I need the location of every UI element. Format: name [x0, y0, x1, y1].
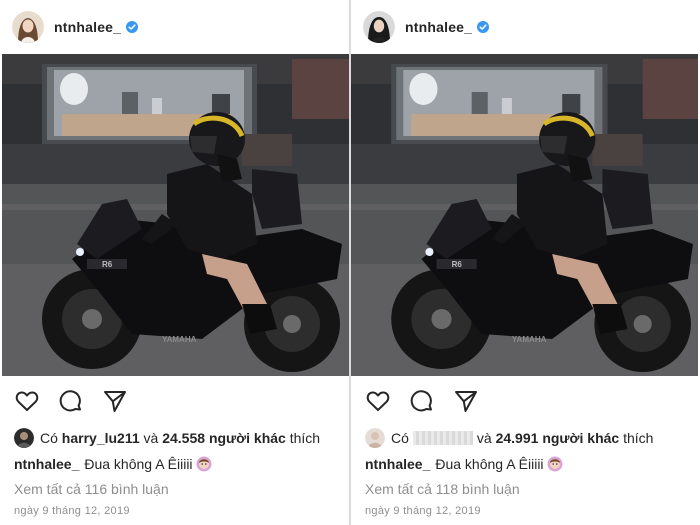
post-date: ngày 9 tháng 12, 2019 [14, 505, 130, 517]
liker-avatar [365, 428, 385, 448]
view-all-comments-link[interactable]: Xem tất cả 118 bình luận [365, 481, 520, 497]
woman-emoji-icon [547, 456, 563, 472]
post-header: ntnhalee_ [351, 0, 700, 54]
motorcycle-rider-photo: R6 YAMAHA [2, 54, 349, 376]
likes-summary: Có harry_lu211 và 24.558 người khác thíc… [14, 428, 320, 448]
post-photo[interactable]: R6 YAMAHA [351, 54, 698, 376]
instagram-post-right: ntnhalee_ R6 YAMAHA Có và 24.991 người k… [351, 0, 700, 525]
liker-avatar-image-blurred [365, 428, 385, 448]
heart-icon[interactable] [14, 388, 40, 414]
post-header: ntnhalee_ [0, 0, 349, 54]
woman-emoji-icon [196, 456, 212, 472]
post-date: ngày 9 tháng 12, 2019 [365, 505, 481, 517]
liker-username[interactable]: harry_lu211 [62, 430, 140, 446]
svg-text:YAMAHA: YAMAHA [512, 335, 547, 344]
post-actions [365, 388, 479, 414]
verified-badge-icon [477, 21, 490, 33]
likes-prefix: Có [391, 430, 409, 446]
post-caption: ntnhalee_ Đua không A Êiiiii [14, 456, 212, 472]
profile-avatar[interactable] [12, 11, 44, 43]
liker-username-blurred[interactable] [412, 431, 473, 445]
liker-avatar [14, 428, 34, 448]
likes-connector: và [476, 430, 492, 446]
caption-text: Đua không A Êiiiii [84, 456, 193, 472]
view-all-comments-link[interactable]: Xem tất cả 116 bình luận [14, 481, 169, 497]
likes-others[interactable]: người khác [542, 430, 619, 446]
post-username[interactable]: ntnhalee_ [54, 19, 121, 35]
caption-username[interactable]: ntnhalee_ [14, 456, 79, 472]
likes-count[interactable]: 24.558 [162, 430, 205, 446]
comment-bubble-icon[interactable] [409, 388, 435, 414]
likes-suffix: thích [623, 430, 654, 446]
profile-avatar[interactable] [363, 11, 395, 43]
instagram-post-left: ntnhalee_ R6 YAMAHA Có harry_lu211 và 24… [0, 0, 349, 525]
post-caption: ntnhalee_ Đua không A Êiiiii [365, 456, 563, 472]
motorcycle-rider-photo: R6 YAMAHA [351, 54, 698, 376]
likes-connector: và [143, 430, 159, 446]
post-photo[interactable]: R6 YAMAHA [2, 54, 349, 376]
likes-suffix: thích [289, 430, 321, 446]
paper-plane-icon[interactable] [453, 388, 479, 414]
caption-text: Đua không A Êiiiii [435, 456, 544, 472]
svg-text:R6: R6 [102, 260, 113, 269]
avatar-image [12, 11, 44, 43]
liker-avatar-image [14, 428, 34, 448]
comment-bubble-icon[interactable] [58, 388, 84, 414]
likes-summary: Có và 24.991 người khác thích [365, 428, 653, 448]
likes-others[interactable]: người khác [209, 430, 286, 446]
caption-username[interactable]: ntnhalee_ [365, 456, 430, 472]
heart-icon[interactable] [365, 388, 391, 414]
svg-text:R6: R6 [452, 260, 463, 269]
post-actions [14, 388, 128, 414]
post-username[interactable]: ntnhalee_ [405, 19, 472, 35]
svg-text:YAMAHA: YAMAHA [162, 335, 197, 344]
likes-prefix: Có [40, 430, 58, 446]
verified-badge-icon [126, 21, 139, 33]
paper-plane-icon[interactable] [102, 388, 128, 414]
avatar-image [363, 11, 395, 43]
likes-count[interactable]: 24.991 [496, 430, 539, 446]
